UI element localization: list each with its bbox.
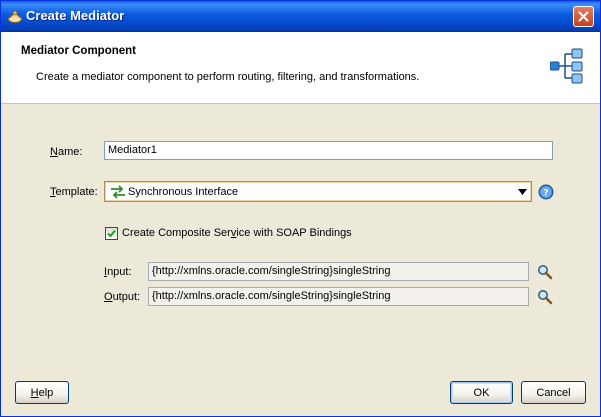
cancel-button[interactable]: Cancel — [521, 381, 586, 404]
name-label: Name: — [50, 146, 83, 158]
checkmark-icon — [107, 229, 116, 238]
dialog-header: Mediator Component Create a mediator com… — [1, 32, 600, 104]
search-icon[interactable] — [537, 264, 553, 280]
name-field[interactable]: Mediator1 — [104, 141, 553, 160]
template-value: Synchronous Interface — [128, 186, 239, 198]
close-icon — [578, 11, 589, 22]
svg-text:?: ? — [543, 189, 548, 199]
composite-service-checkbox[interactable] — [105, 227, 118, 240]
close-button[interactable] — [573, 6, 594, 27]
search-icon[interactable] — [537, 289, 553, 305]
synchronous-arrows-icon — [111, 185, 125, 199]
help-icon[interactable]: ? — [538, 184, 554, 200]
help-button[interactable]: Help — [15, 381, 69, 404]
template-label: Template: — [50, 186, 98, 198]
header-title: Mediator Component — [21, 45, 136, 57]
input-label: Input: — [104, 266, 132, 278]
output-label: Output: — [104, 291, 141, 303]
window-title: Create Mediator — [26, 8, 125, 23]
create-mediator-dialog: Create Mediator Mediator Component Creat… — [0, 0, 601, 417]
output-field[interactable]: {http://xmlns.oracle.com/singleString}si… — [148, 287, 529, 306]
ok-button[interactable]: OK — [450, 381, 513, 404]
app-icon — [7, 8, 23, 24]
title-bar[interactable]: Create Mediator — [1, 1, 600, 32]
header-description: Create a mediator component to perform r… — [36, 71, 420, 83]
input-field[interactable]: {http://xmlns.oracle.com/singleString}si… — [148, 262, 529, 281]
composite-service-label[interactable]: Create Composite Service with SOAP Bindi… — [122, 227, 352, 239]
mediator-routing-icon — [550, 48, 583, 84]
chevron-down-icon — [518, 189, 527, 195]
template-select[interactable]: Synchronous Interface — [104, 181, 532, 202]
